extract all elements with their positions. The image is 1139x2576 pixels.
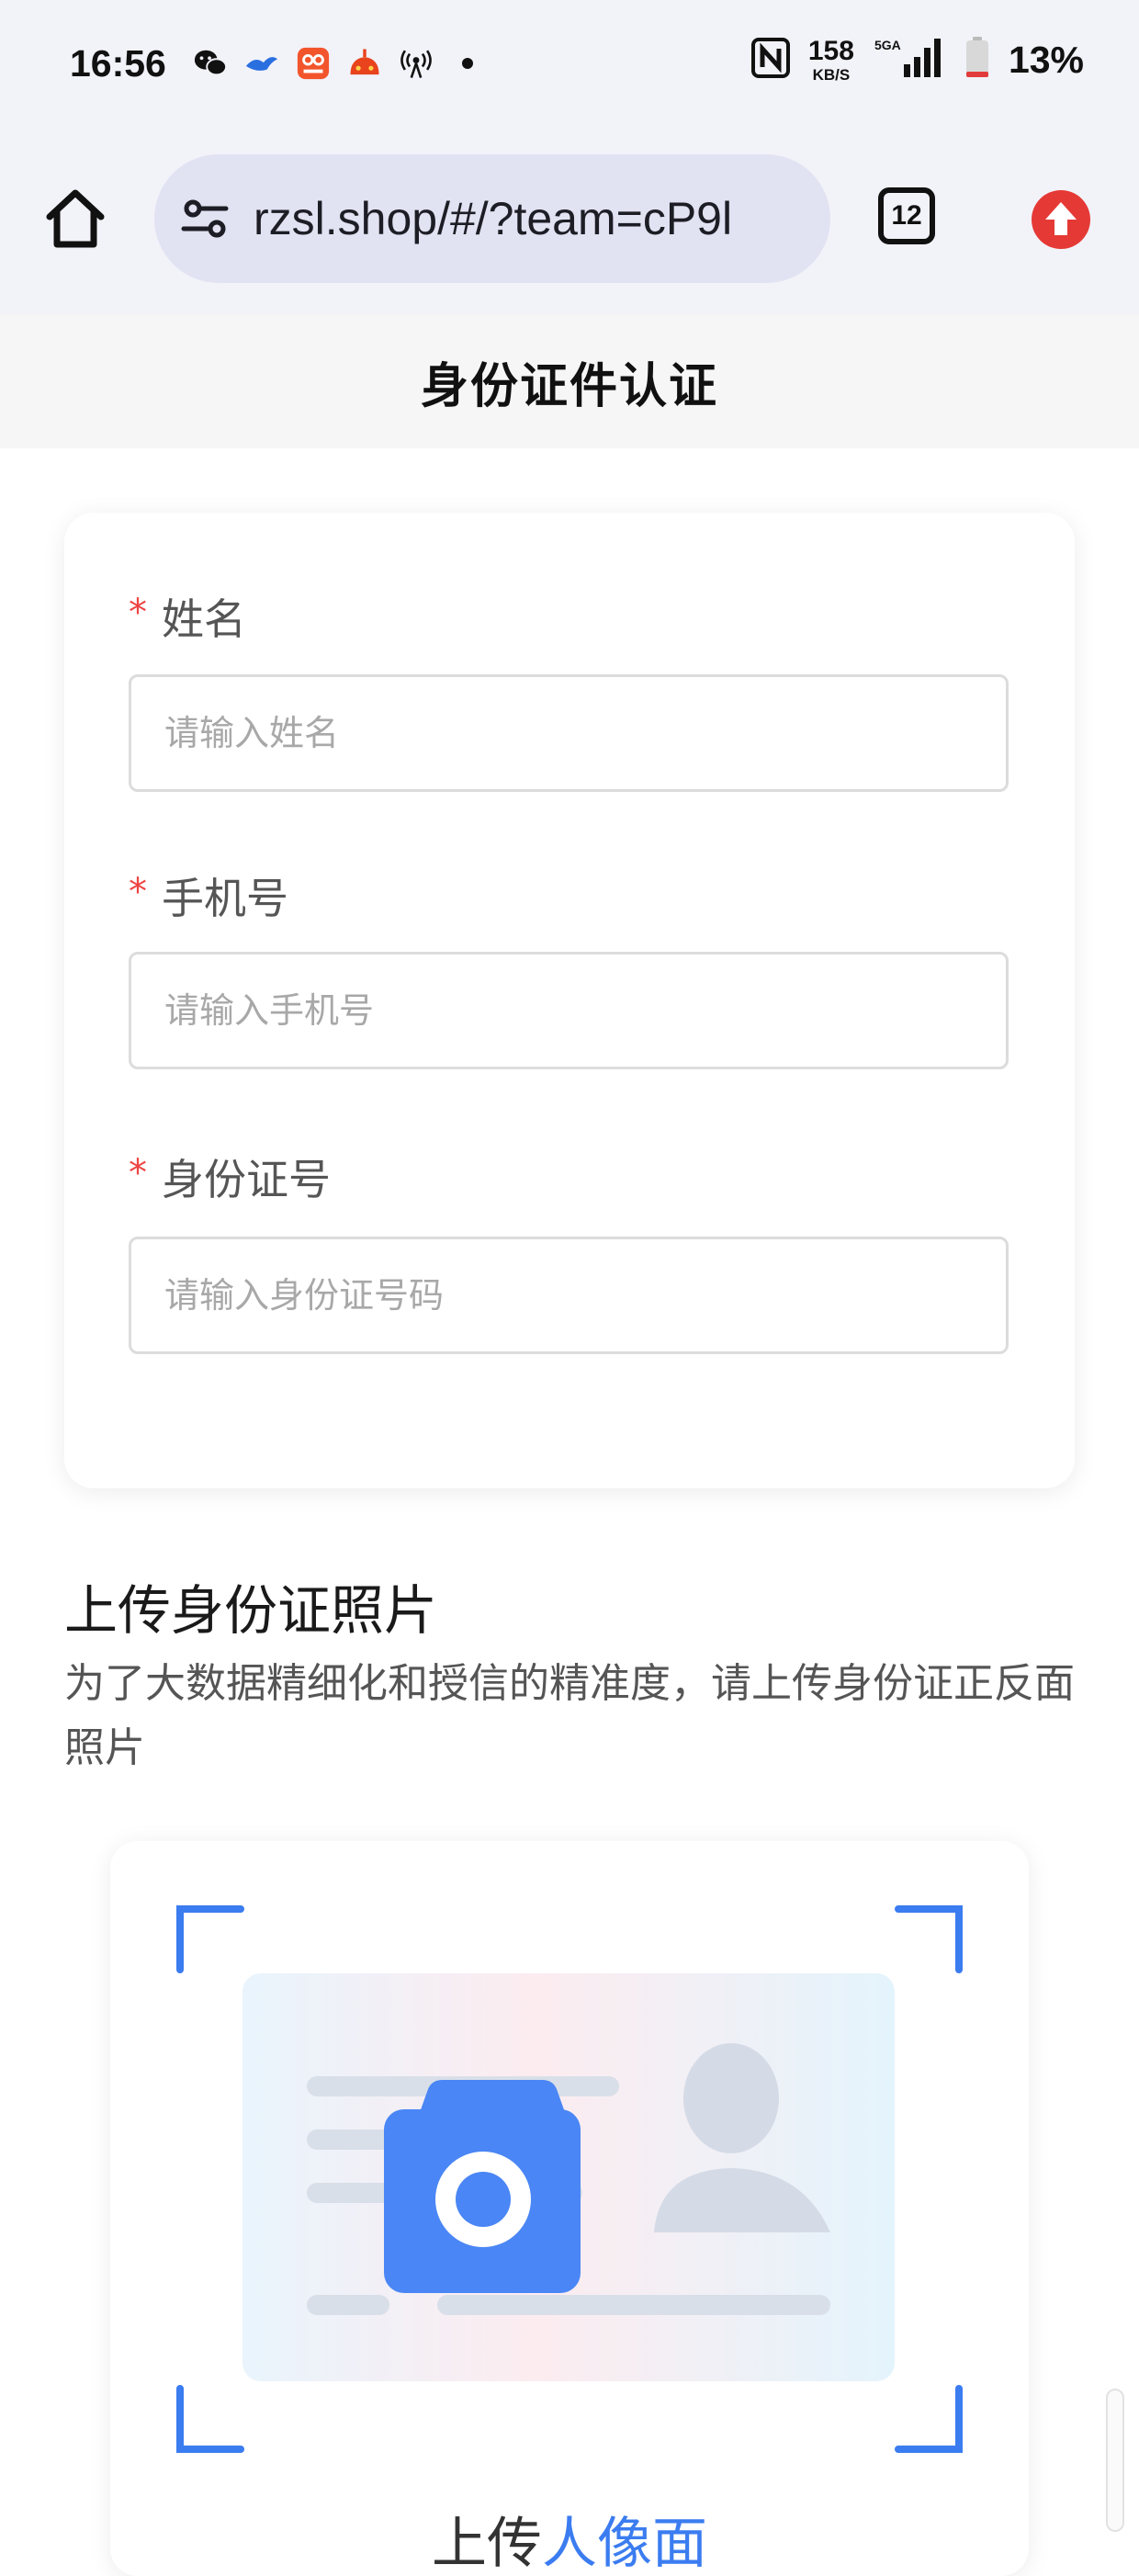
nfc-icon xyxy=(750,38,790,82)
upload-caption-side: 人像面 xyxy=(542,2512,707,2576)
id-number-label: * 身份证号 xyxy=(129,1147,331,1207)
bird-app-icon xyxy=(244,46,279,81)
browser-toolbar: rzsl.shop/#/?team=cP9l 12 xyxy=(0,134,1139,314)
address-bar[interactable]: rzsl.shop/#/?team=cP9l xyxy=(154,154,830,283)
upload-portrait-side-card[interactable]: 上传人像面 xyxy=(110,1841,1029,2576)
signal-icon: 5GA xyxy=(873,37,946,83)
camera-icon xyxy=(384,2080,581,2293)
home-icon xyxy=(46,189,105,248)
required-mark: * xyxy=(129,871,147,913)
net-speed: 158 KB/S xyxy=(807,35,854,84)
tab-switcher-button[interactable]: 12 xyxy=(878,187,935,244)
net-speed-unit: KB/S xyxy=(812,65,851,84)
home-button[interactable] xyxy=(42,186,108,252)
phone-label: * 手机号 xyxy=(129,865,288,926)
scrollbar[interactable] xyxy=(1106,2389,1124,2532)
id-number-label-text: 身份证号 xyxy=(162,1155,331,1204)
name-label-text: 姓名 xyxy=(162,594,246,644)
phone-label-text: 手机号 xyxy=(162,874,288,923)
page-title: 身份证件认证 xyxy=(420,358,718,414)
status-bar: 16:56 158 KB/S 5GA 13% xyxy=(0,0,1139,134)
required-mark: * xyxy=(129,592,147,634)
tab-count: 12 xyxy=(891,200,922,231)
id-card-scan-frame[interactable] xyxy=(176,1905,963,2453)
upload-section-title: 上传身份证照片 xyxy=(64,1579,438,1642)
required-mark: * xyxy=(129,1152,147,1194)
identity-form-card: * 姓名 * 手机号 * 身份证号 xyxy=(64,513,1075,1488)
phone-input[interactable] xyxy=(129,952,1009,1069)
update-button[interactable] xyxy=(1031,189,1091,250)
name-input[interactable] xyxy=(129,674,1009,792)
page-header: 身份证件认证 xyxy=(0,314,1139,448)
upload-arrow-icon xyxy=(1032,190,1090,249)
status-right: 158 KB/S 5GA 13% xyxy=(750,35,1084,84)
battery-icon xyxy=(964,37,990,83)
red-app-icon xyxy=(347,46,382,81)
signal-label: 5GA xyxy=(874,38,901,52)
url-text[interactable]: rzsl.shop/#/?team=cP9l xyxy=(254,192,732,245)
battery-percent: 13% xyxy=(1008,38,1084,81)
net-speed-value: 158 xyxy=(807,35,854,66)
shopping-app-icon xyxy=(296,46,331,81)
notification-icons xyxy=(193,46,485,81)
hotspot-icon xyxy=(399,46,434,81)
site-settings-icon[interactable] xyxy=(178,192,231,245)
more-notifications-dot-icon xyxy=(450,46,485,81)
name-label: * 姓名 xyxy=(129,586,246,647)
upload-caption-prefix: 上传 xyxy=(432,2512,542,2576)
upload-caption[interactable]: 上传人像面 xyxy=(110,2499,1029,2576)
id-number-input[interactable] xyxy=(129,1237,1009,1354)
wechat-icon xyxy=(193,46,228,81)
status-time: 16:56 xyxy=(70,42,166,85)
upload-section-description: 为了大数据精细化和授信的精准度，请上传身份证正反面照片 xyxy=(64,1660,1075,1771)
